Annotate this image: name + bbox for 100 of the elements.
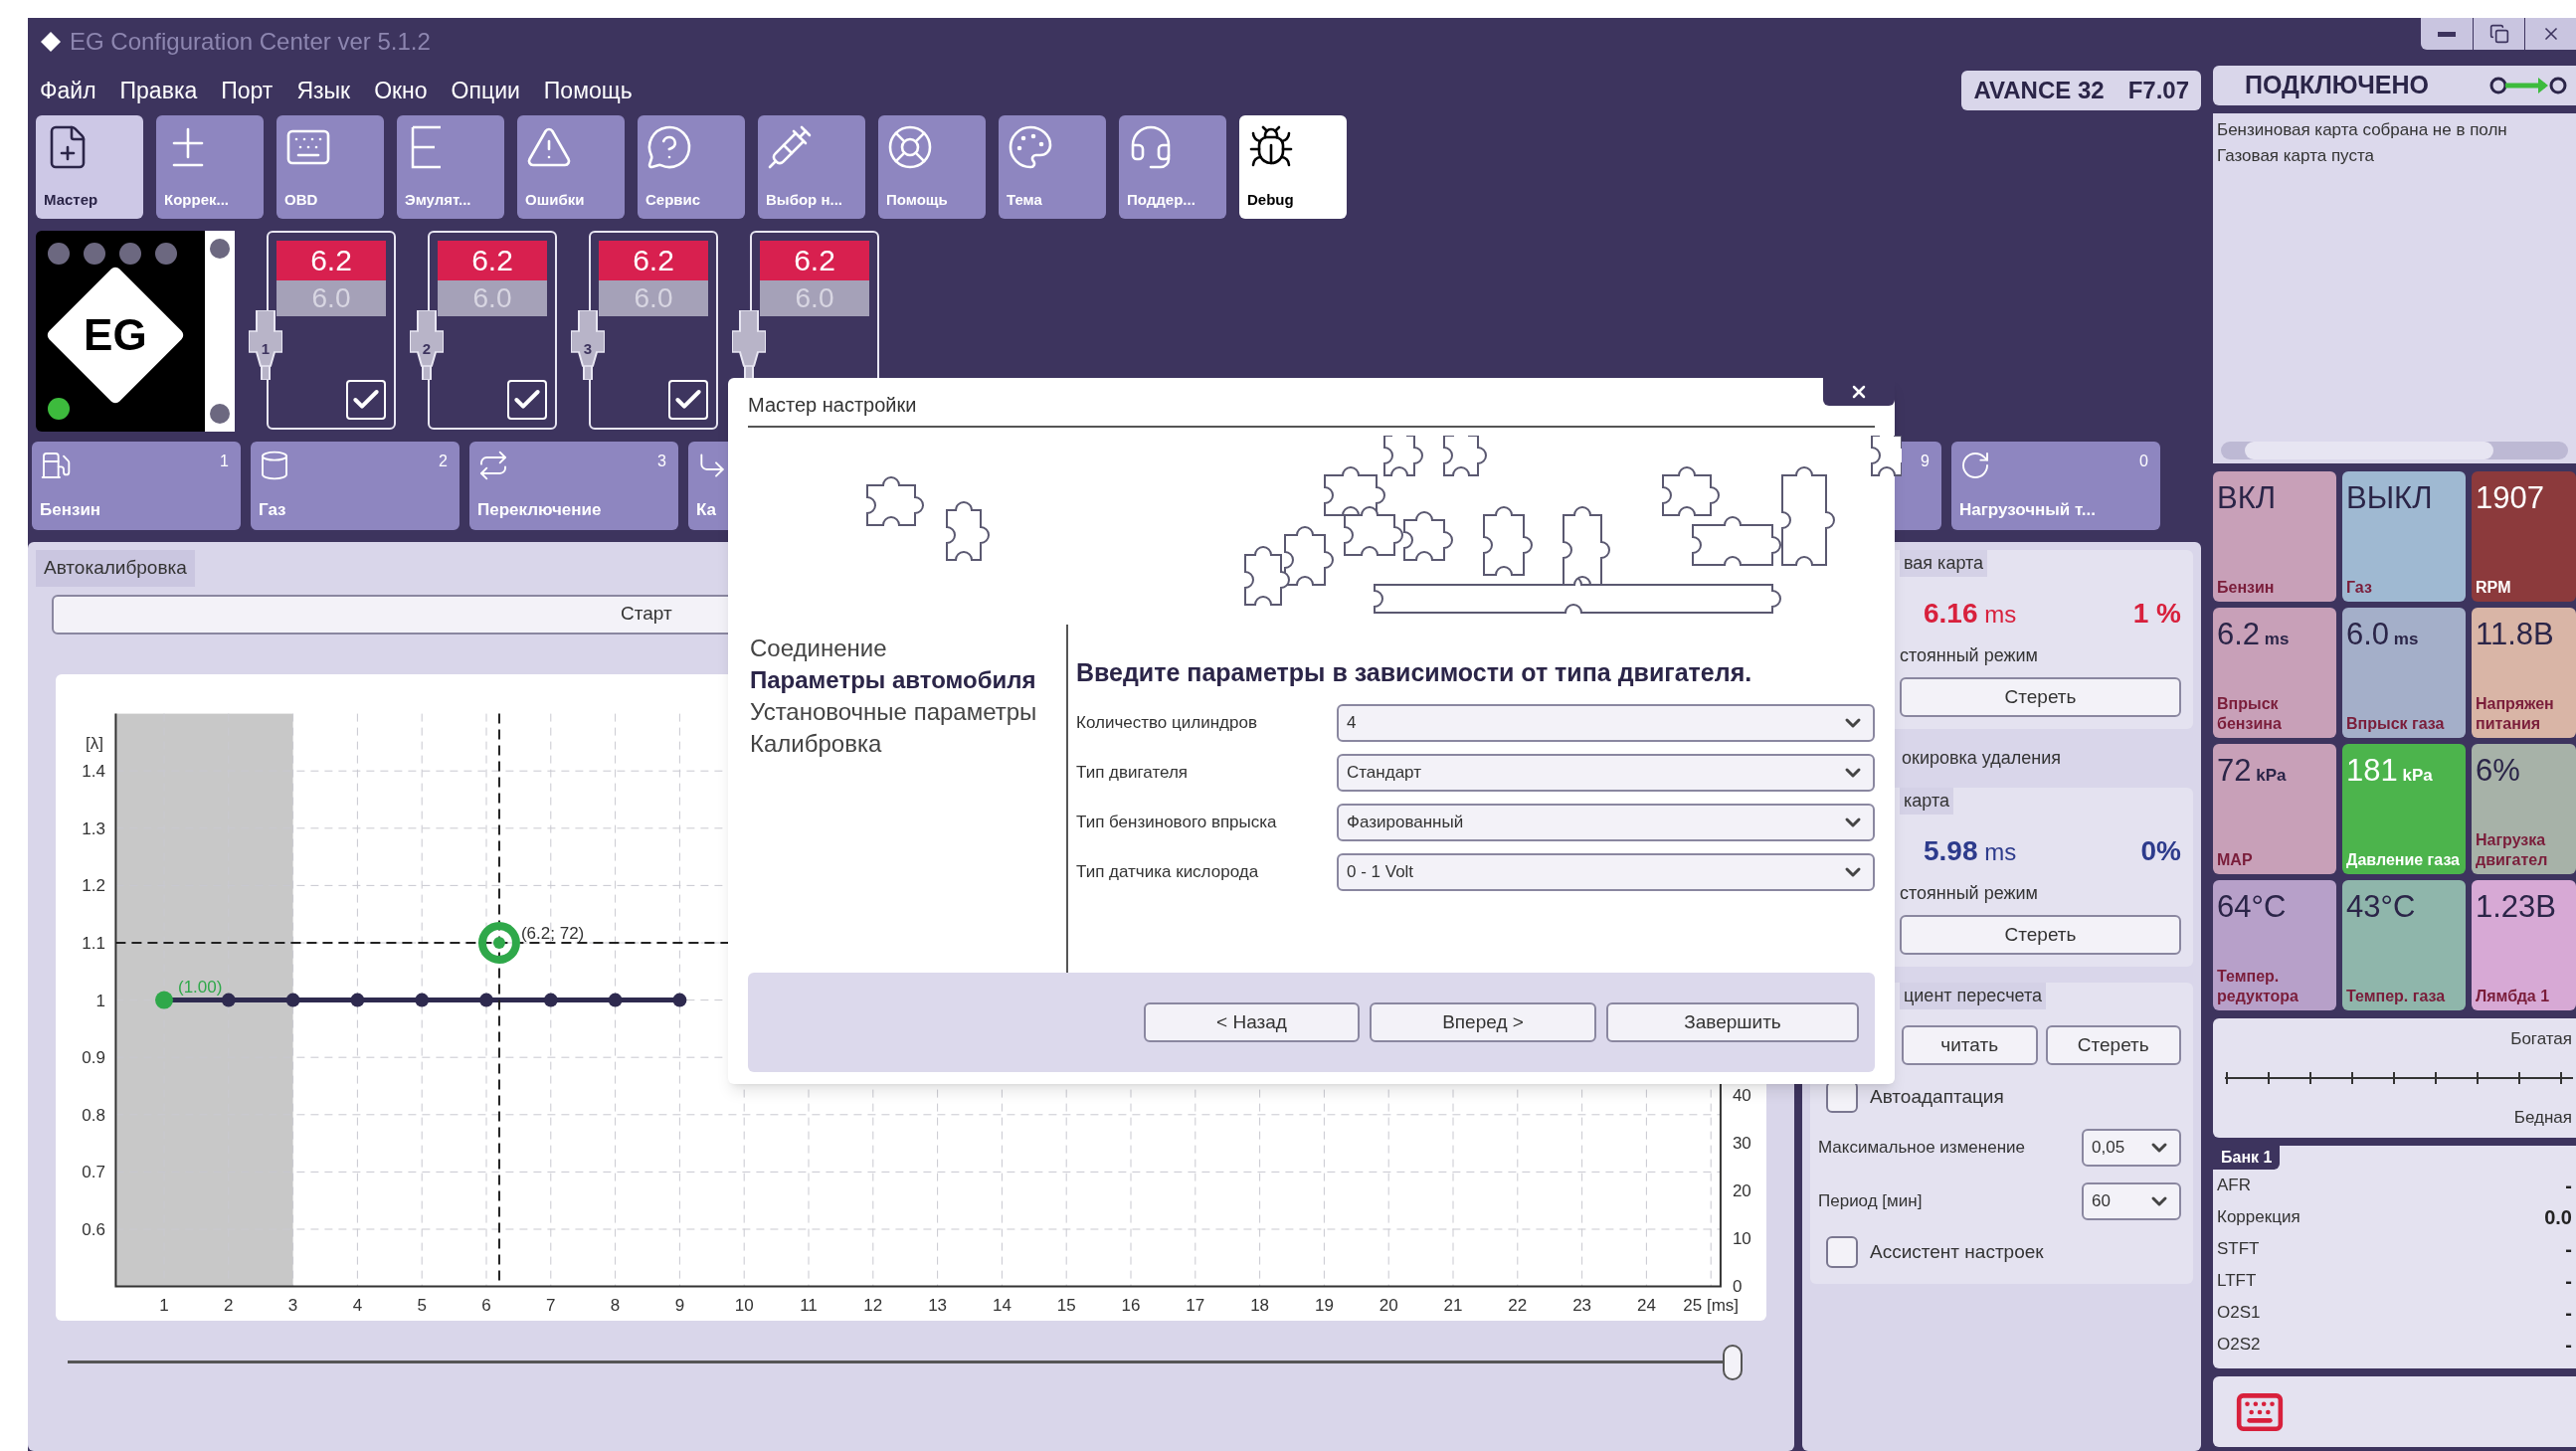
wizard-button[interactable]: Завершить [1606, 1002, 1859, 1042]
bank-row-value: - [2565, 1237, 2572, 1262]
gauge-tile: ВКЛ Бензин [2213, 471, 2336, 602]
clear-button[interactable]: Стереть [1900, 915, 2181, 955]
dropdown-field[interactable]: Стандарт [1337, 753, 1875, 792]
recalc-button[interactable]: Стереть [2045, 1025, 2181, 1065]
restore-icon [2488, 24, 2509, 44]
bank-row-value: 0.0 [2544, 1205, 2572, 1230]
period-select[interactable]: 60 [2082, 1182, 2181, 1220]
x-tick-label: 14 [992, 1295, 1012, 1315]
message-text: Бензиновая карта собрана не в полн [2217, 119, 2508, 141]
data-point[interactable] [672, 993, 687, 1007]
injector-checkbox[interactable] [507, 380, 547, 420]
gauge-tile: 181 kPa Давление газа [2342, 744, 2466, 874]
recalc-button[interactable]: читать [1902, 1025, 2038, 1065]
data-point[interactable] [543, 993, 558, 1007]
gauge-tile: 11.8В Напряжен питания [2472, 608, 2576, 738]
y-tick-label: 0.7 [82, 1162, 105, 1181]
bank-row-label: Коррекция [2217, 1206, 2300, 1229]
petrol-time: 6.2 [438, 241, 547, 280]
wizard-step: Параметры автомобиля [750, 664, 1066, 696]
close-button[interactable] [2524, 18, 2576, 50]
tab-count: 0 [2139, 452, 2148, 471]
toolbar-icon [886, 123, 934, 171]
data-point[interactable] [221, 993, 236, 1007]
max-change-select[interactable]: 0,05 [2082, 1129, 2181, 1167]
x-tick-label: 11 [800, 1295, 818, 1315]
y-tick-label: 0.6 [82, 1219, 105, 1239]
menu-item[interactable]: Помощь [543, 73, 633, 108]
bank-row-label: STFT [2217, 1238, 2260, 1261]
point-label: (6.2; 72) [520, 923, 585, 943]
clear-button[interactable]: Стереть [1900, 677, 2181, 717]
dropdown-field[interactable]: Фазированный [1337, 803, 1875, 841]
x-tick-label: 22 [1508, 1295, 1528, 1315]
gauge-tile: 72 kPa MAP [2213, 744, 2336, 874]
toolbar-button[interactable]: Debug [1239, 115, 1347, 219]
mode-label: стоянный режим [1900, 882, 2039, 905]
injector-checkbox[interactable] [668, 380, 708, 420]
wizard-step: Установочные параметры [750, 696, 1066, 728]
field-label: Период [мин] [1818, 1190, 1923, 1213]
dropdown-field[interactable]: 0 - 1 Volt [1337, 852, 1875, 891]
bank-row-label: O2S1 [2217, 1302, 2261, 1325]
bank-row-value: - [2565, 1301, 2572, 1326]
menu-item[interactable]: Язык [296, 73, 351, 108]
menu-item[interactable]: Опции [451, 73, 520, 108]
menu-item[interactable]: Порт [221, 73, 274, 108]
x-tick-label: 10 [734, 1295, 754, 1315]
wizard-step: Калибровка [750, 728, 1066, 760]
menu-item[interactable]: Окно [374, 73, 428, 108]
data-point[interactable] [285, 993, 300, 1007]
toolbar-button[interactable]: Мастер [36, 115, 143, 219]
injector-number: 2 [422, 339, 432, 359]
bank-row-value: - [2565, 1333, 2572, 1358]
status-led [119, 243, 141, 265]
data-point[interactable] [608, 993, 623, 1007]
minimize-button[interactable] [2421, 18, 2473, 50]
section-title: вая карта [1900, 550, 1988, 577]
x-tick-label: 6 [481, 1295, 491, 1315]
x-tick-label: 4 [352, 1295, 363, 1315]
y-tick-label: 0.8 [82, 1105, 105, 1125]
message-text: Газовая карта пуста [2217, 144, 2375, 167]
gauge-tile: 6.2 ms Впрыск бензина [2213, 608, 2336, 738]
checkbox[interactable] [1826, 1236, 1858, 1268]
tab-count: 2 [439, 452, 448, 471]
checkbox-label: Автоадаптация [1870, 1084, 2004, 1109]
tab-icon [40, 450, 72, 481]
data-point[interactable] [415, 993, 430, 1007]
tab-count: 3 [657, 452, 666, 471]
y-tick-label: 0.9 [82, 1047, 105, 1067]
checkbox-label: Ассистент настроек [1870, 1239, 2044, 1264]
status-led [210, 404, 230, 424]
field-label: Тип бензинового впрыска [1076, 811, 1278, 833]
tab-icon [477, 450, 509, 481]
firmware-version: F7.07 [2127, 76, 2189, 105]
x-tick-label: 25 [ms] [1683, 1295, 1740, 1315]
x-tick-label: 17 [1186, 1295, 1205, 1315]
toolbar-icon [1007, 123, 1054, 171]
dropdown-field[interactable]: 4 [1337, 703, 1875, 742]
slider-thumb[interactable] [1723, 1344, 1743, 1380]
horizontal-scrollbar[interactable] [2221, 442, 2568, 459]
gauge-tile: 64°C Темпер. редуктора [2213, 880, 2336, 1010]
data-point[interactable] [479, 993, 493, 1007]
y-tick-label: 30 [1732, 1133, 1751, 1153]
y-tick-label: 20 [1732, 1180, 1751, 1200]
restore-button[interactable] [2473, 18, 2524, 50]
menu-item[interactable]: Файл [40, 73, 96, 108]
wizard-button[interactable]: Вперед > [1370, 1002, 1596, 1042]
menu-item[interactable]: Правка [119, 73, 198, 108]
y-tick-label: 1 [95, 991, 105, 1010]
wizard-button[interactable]: < Назад [1144, 1002, 1360, 1042]
toolbar-icon [766, 123, 814, 171]
x-tick-label: 9 [674, 1295, 685, 1315]
data-point[interactable] [350, 993, 365, 1007]
x-tick-label: 13 [928, 1295, 948, 1315]
injector-number: 3 [583, 339, 593, 359]
injector-checkbox[interactable] [346, 380, 386, 420]
bank-row-label: LTFT [2217, 1270, 2257, 1293]
gauge-tile: 43°C Темпер. газа [2342, 880, 2466, 1010]
petrol-time: 6.2 [599, 241, 708, 280]
bank-row-label: O2S2 [2217, 1334, 2261, 1357]
